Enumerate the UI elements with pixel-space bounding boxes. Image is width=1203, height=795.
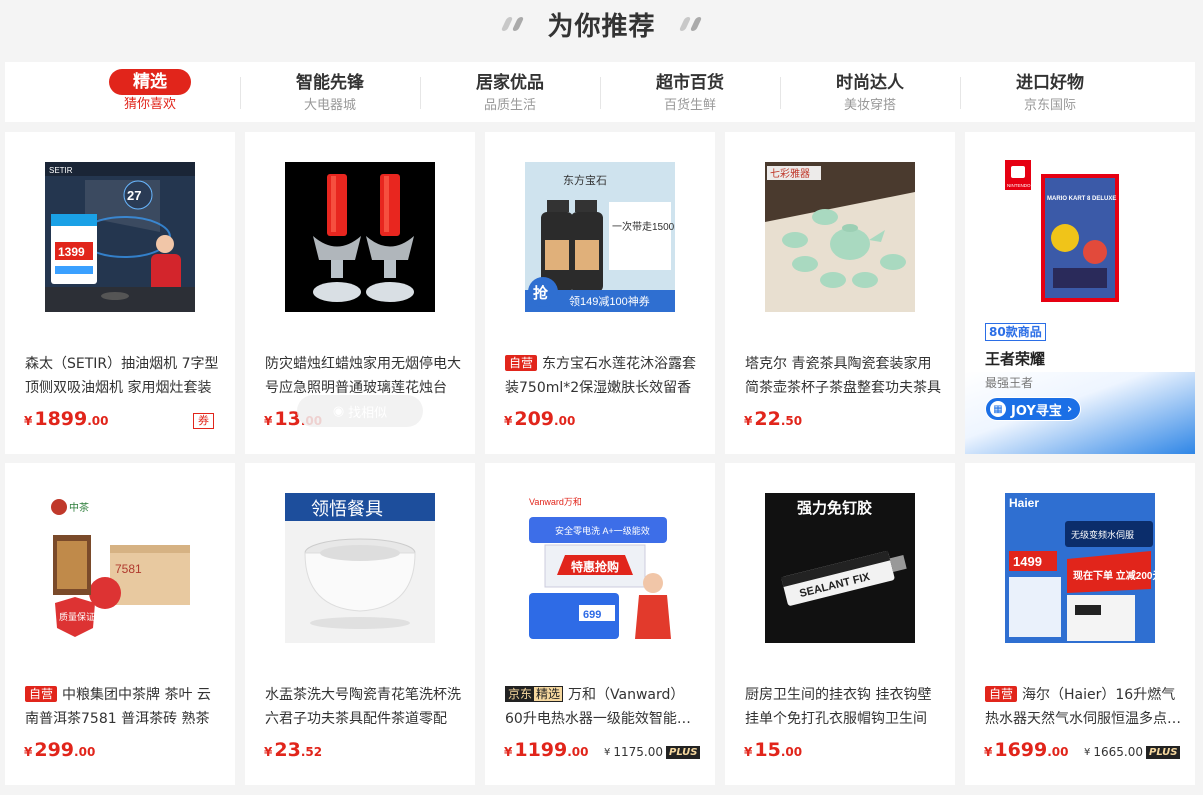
product-name[interactable]: 京东精选万和（Vanward）60升电热水器一级能效智能变频速热	[505, 683, 701, 731]
svg-text:中茶: 中茶	[69, 501, 89, 514]
product-price: ¥22.50	[744, 408, 803, 430]
category-tabs: 精选 猜你喜欢 智能先锋 大电器城 居家优品 品质生活 超市百货 百货生鲜 时尚…	[5, 62, 1195, 122]
product-name[interactable]: 自营 东方宝石水莲花沐浴露套装750ml*2保湿嫩肤长效留香	[505, 352, 701, 400]
product-card[interactable]: 防灾蜡烛红蜡烛家用无烟停电大号应急照明普通玻璃莲花烛台 ¥13.00 ◉找相似	[245, 132, 475, 454]
svg-text:领149减100神券: 领149减100神券	[569, 294, 650, 308]
product-name[interactable]: 水盂茶洗大号陶瓷青花笔洗杯洗六君子功夫茶具配件茶道零配	[265, 683, 461, 731]
svg-text:7581: 7581	[115, 562, 142, 576]
tab-sublabel: 品质生活	[483, 98, 536, 113]
product-price: ¥23.52	[264, 739, 323, 761]
ad-count-badge: 80款商品	[985, 323, 1046, 341]
svg-text:27: 27	[127, 188, 141, 203]
plus-badge: PLUS	[666, 745, 701, 759]
ad-subtitle: 最强王者	[985, 376, 1034, 390]
svg-text:Vanward万和: Vanward万和	[529, 497, 582, 507]
product-card[interactable]: SETIR 27 1399 森太（SETIR）抽油烟机 7字型顶侧双吸油烟机 家…	[5, 132, 235, 454]
coupon-badge: 券	[193, 413, 214, 429]
product-card[interactable]: 强力免钉胶 SEALANT FIX 厨房卫生间的挂衣钩 挂衣钩壁挂单个免打孔衣服…	[725, 463, 955, 785]
section-title: 为你推荐	[547, 11, 656, 42]
svg-text:1399: 1399	[58, 245, 85, 259]
product-image[interactable]	[285, 162, 435, 312]
product-card[interactable]: Vanward万和 安全零电洗 A+一级能效 特惠抢购 699 京东 精选 万和（V…	[485, 463, 715, 785]
svg-text:SETIR: SETIR	[49, 166, 73, 175]
gift-icon: ▦	[990, 401, 1006, 417]
product-image[interactable]: 中茶 7581 质量保证	[45, 493, 195, 643]
tab-sublabel: 猜你喜欢	[123, 97, 176, 112]
plus-badge: PLUS	[1146, 745, 1181, 759]
product-image[interactable]: SETIR 27 1399	[45, 162, 195, 312]
tab-label: 居家优品	[476, 73, 544, 93]
product-name[interactable]: 森太（SETIR）抽油烟机 7字型顶侧双吸油烟机 家用烟灶套装	[25, 352, 221, 400]
svg-text:一次带走1500ml: 一次带走1500ml	[612, 220, 675, 233]
product-price: ¥209.00	[504, 408, 576, 430]
tab-label: 精选	[109, 69, 191, 95]
svg-text:699: 699	[583, 609, 601, 621]
product-price: ¥15.00	[744, 739, 803, 761]
tab-jingxuan[interactable]: 精选 猜你喜欢	[60, 62, 240, 122]
svg-text:东方宝石: 东方宝石	[563, 173, 607, 187]
svg-text:特惠抢购: 特惠抢购	[571, 559, 619, 574]
product-card[interactable]: 中茶 7581 质量保证 自营 中粮集团中茶牌 茶叶 云南普洱茶7581 普洱茶砖…	[5, 463, 235, 785]
eye-icon: ◉	[332, 403, 345, 419]
product-card[interactable]: 七彩雅器 塔克尔 青瓷茶具陶瓷套装家用简茶壶茶杯子茶盘整套功夫茶具 ¥22.50	[725, 132, 955, 454]
tab-label: 智能先锋	[296, 73, 364, 93]
tab-supermarket[interactable]: 超市百货 百货生鲜	[600, 62, 780, 122]
svg-text:强力免钉胶: 强力免钉胶	[797, 499, 872, 517]
chevron-right-icon: ›	[1066, 401, 1073, 417]
joy-treasure-button[interactable]: ▦ JOY寻宝 ›	[985, 397, 1082, 421]
product-card[interactable]: 东方宝石 一次带走1500ml 抢 领149减100神券 自营东方宝石水莲花沐浴…	[485, 132, 715, 454]
self-operated-tag: 自营	[25, 686, 58, 702]
svg-text:安全零电洗 A+一级能效: 安全零电洗 A+一级能效	[555, 525, 650, 536]
tab-import[interactable]: 进口好物 京东国际	[960, 62, 1140, 122]
tab-label: 进口好物	[1016, 73, 1084, 93]
svg-text:七彩雅器: 七彩雅器	[770, 167, 810, 180]
svg-text:1499: 1499	[1013, 554, 1042, 569]
svg-text:现在下单 立减200元: 现在下单 立减200元	[1073, 569, 1155, 582]
self-operated-tag: 自营	[985, 686, 1018, 702]
product-image[interactable]: 东方宝石 一次带走1500ml 抢 领149减100神券	[525, 162, 675, 312]
product-image[interactable]: 强力免钉胶 SEALANT FIX	[765, 493, 915, 643]
tab-sublabel: 京东国际	[1023, 98, 1076, 113]
title-decoration-right	[678, 17, 702, 31]
product-image[interactable]: Vanward万和 安全零电洗 A+一级能效 特惠抢购 699	[525, 493, 675, 643]
product-price: ¥1899.00	[24, 408, 109, 430]
svg-text:Haier: Haier	[1009, 496, 1039, 510]
ad-card[interactable]: NINTENDO SWITCH MARIO KART 8 DELUXE 80款商…	[965, 132, 1195, 454]
product-price: ¥1199.00	[504, 739, 589, 761]
product-price: ¥299.00	[24, 739, 96, 761]
product-name[interactable]: 自营 中粮集团中茶牌 茶叶 云南普洱茶7581 普洱茶砖 熟茶	[25, 683, 221, 731]
tab-smart[interactable]: 智能先锋 大电器城	[240, 62, 420, 122]
tab-sublabel: 百货生鲜	[663, 98, 716, 113]
product-image[interactable]: 领悟餐具	[285, 493, 435, 643]
svg-text:无级变频水伺服: 无级变频水伺服	[1071, 529, 1134, 540]
plus-member-price: ¥1665.00 PLUS	[1084, 745, 1181, 759]
self-operated-tag: 自营	[505, 355, 538, 371]
svg-text:MARIO KART 8 DELUXE: MARIO KART 8 DELUXE	[1047, 196, 1116, 202]
jd-selected-tag: 京东 精选	[505, 686, 564, 702]
product-name[interactable]: 厨房卫生间的挂衣钩 挂衣钩壁挂单个免打孔衣服帽钩卫生间	[745, 683, 941, 731]
tab-sublabel: 大电器城	[303, 98, 356, 113]
product-card[interactable]: Haier 无级变频水伺服 1499 现在下单 立减200元 自营 海尔（Haie…	[965, 463, 1195, 785]
tab-label: 时尚达人	[836, 73, 904, 93]
title-decoration-left	[501, 17, 525, 31]
section-header: 为你推荐	[0, 0, 1203, 48]
svg-text:领悟餐具: 领悟餐具	[311, 499, 383, 519]
tab-sublabel: 美妆穿搭	[843, 98, 896, 113]
ad-image[interactable]: NINTENDO SWITCH MARIO KART 8 DELUXE	[1005, 160, 1155, 305]
tab-fashion[interactable]: 时尚达人 美妆穿搭	[780, 62, 960, 122]
product-card[interactable]: 领悟餐具 水盂茶洗大号陶瓷青花笔洗杯洗六君子功夫茶具配件茶道零配 ¥23.52	[245, 463, 475, 785]
plus-member-price: ¥1175.00 PLUS	[604, 745, 701, 759]
product-image[interactable]: 七彩雅器	[765, 162, 915, 312]
find-similar-button[interactable]: ◉ 找相似	[297, 395, 423, 427]
tab-label: 超市百货	[656, 73, 724, 93]
svg-text:质量保证: 质量保证	[59, 611, 95, 622]
product-name[interactable]: 塔克尔 青瓷茶具陶瓷套装家用简茶壶茶杯子茶盘整套功夫茶具	[745, 352, 941, 400]
svg-text:抢: 抢	[533, 284, 549, 302]
ad-title[interactable]: 王者荣耀	[985, 348, 1045, 369]
product-image[interactable]: Haier 无级变频水伺服 1499 现在下单 立减200元	[1005, 493, 1155, 643]
product-name[interactable]: 防灾蜡烛红蜡烛家用无烟停电大号应急照明普通玻璃莲花烛台	[265, 352, 461, 400]
product-name[interactable]: 自营海尔（Haier）16升燃气热水器天然气水伺服恒温多点用水	[985, 683, 1181, 731]
tab-home[interactable]: 居家优品 品质生活	[420, 62, 600, 122]
product-price: ¥1699.00	[984, 739, 1069, 761]
